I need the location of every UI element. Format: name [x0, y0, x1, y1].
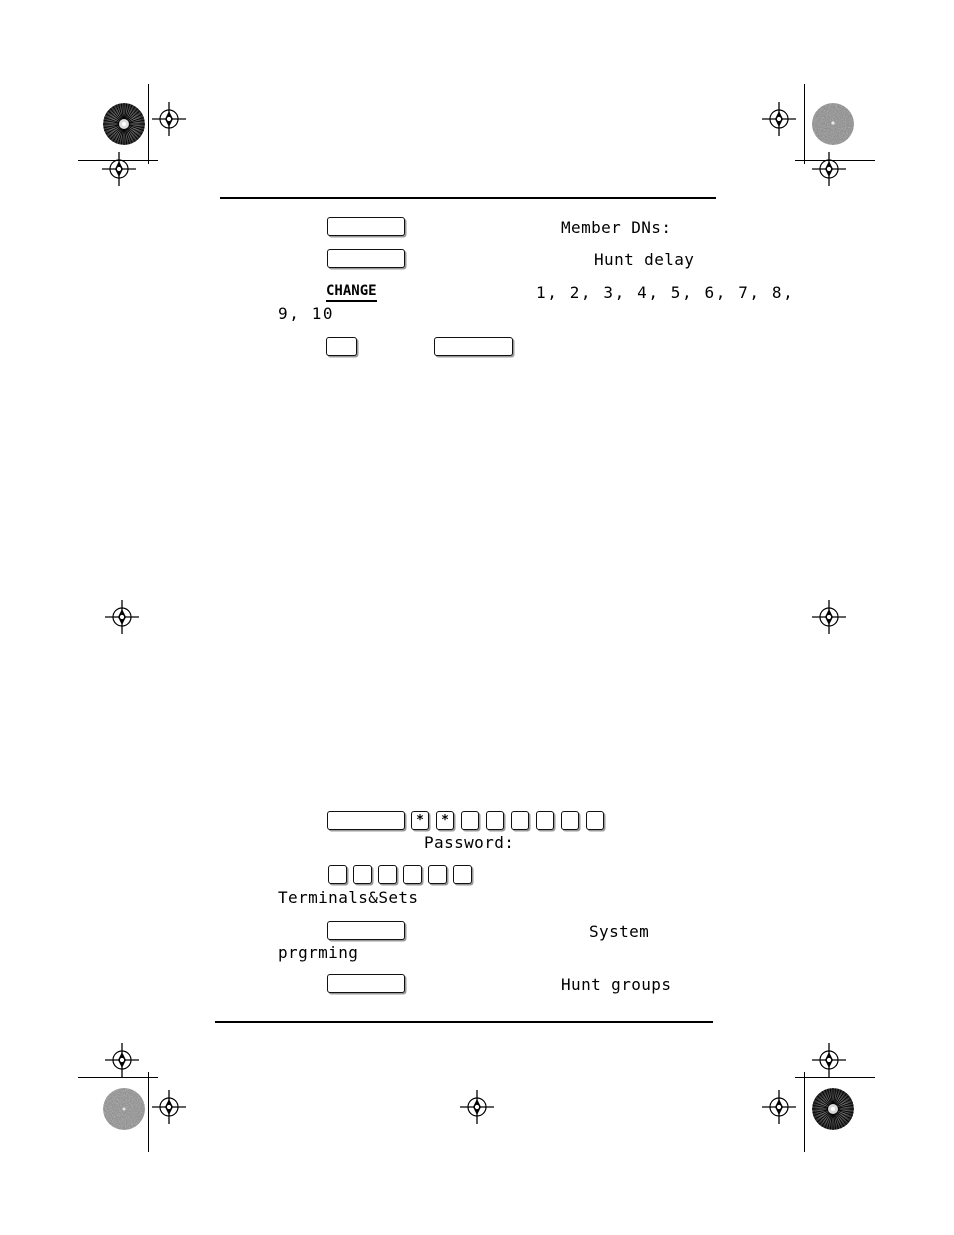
terminals-key[interactable]: [428, 865, 447, 884]
dial-key-small[interactable]: [326, 337, 357, 356]
trim-line-bottom-right-horizontal: [795, 1077, 875, 1078]
halftone-top-right: [812, 103, 854, 145]
trim-line-bottom-left-vertical: [148, 1072, 149, 1152]
password-key-masked-1[interactable]: *: [411, 811, 429, 830]
crosshair-registration-icon: [102, 152, 136, 186]
top-divider-rule: [220, 197, 716, 199]
crosshair-registration-icon: [762, 1090, 796, 1124]
display-line-member-dns: Member DNs:: [561, 218, 672, 237]
password-key-masked-2[interactable]: *: [436, 811, 454, 830]
display-line-password-prompt: Password:: [424, 833, 515, 852]
display-line-system: System: [589, 922, 650, 941]
feature-button-password-row[interactable]: [327, 811, 405, 830]
feature-button-system-prgrming[interactable]: [327, 921, 405, 940]
crosshair-registration-icon: [762, 102, 796, 136]
crosshair-registration-icon: [152, 1090, 186, 1124]
softkey-change[interactable]: CHANGE: [326, 283, 377, 302]
display-member-numbers-line2: 9, 10: [278, 304, 335, 323]
crosshair-registration-icon: [812, 600, 846, 634]
display-line-hunt-delay: Hunt delay: [594, 250, 695, 269]
password-key-empty[interactable]: [461, 811, 479, 830]
halftone-top-left: [103, 103, 145, 145]
halftone-bottom-right: [812, 1088, 854, 1130]
crosshair-registration-icon: [812, 1043, 846, 1077]
password-key-empty[interactable]: [511, 811, 529, 830]
password-key-empty[interactable]: [486, 811, 504, 830]
scanned-manual-page: Member DNs: Hunt delay CHANGE 1, 2, 3, 4…: [0, 0, 954, 1235]
feature-button-row1[interactable]: [327, 217, 405, 236]
crosshair-registration-icon: [812, 152, 846, 186]
password-key-empty[interactable]: [536, 811, 554, 830]
password-key-empty[interactable]: [561, 811, 579, 830]
crosshair-registration-icon: [460, 1090, 494, 1124]
feature-button-row2[interactable]: [327, 249, 405, 268]
display-line-terminals-and-sets: Terminals&Sets: [278, 888, 419, 907]
display-line-hunt-groups: Hunt groups: [561, 975, 672, 994]
display-member-numbers-line1: 1, 2, 3, 4, 5, 6, 7, 8,: [536, 283, 795, 302]
trim-line-top-right-vertical: [804, 84, 805, 164]
password-key-empty[interactable]: [586, 811, 604, 830]
trim-line-bottom-left-horizontal: [78, 1077, 158, 1078]
feature-button-row4[interactable]: [434, 337, 513, 356]
terminals-key[interactable]: [453, 865, 472, 884]
trim-line-top-left-vertical: [148, 84, 149, 164]
bottom-divider-rule: [215, 1021, 713, 1023]
trim-line-bottom-right-vertical: [804, 1072, 805, 1152]
terminals-key[interactable]: [353, 865, 372, 884]
display-line-prgrming: prgrming: [278, 943, 359, 962]
crosshair-registration-icon: [105, 1043, 139, 1077]
terminals-key[interactable]: [328, 865, 347, 884]
halftone-bottom-left: [103, 1088, 145, 1130]
terminals-key[interactable]: [403, 865, 422, 884]
crosshair-registration-icon: [105, 600, 139, 634]
feature-button-hunt-groups[interactable]: [327, 974, 405, 993]
crosshair-registration-icon: [152, 102, 186, 136]
terminals-key[interactable]: [378, 865, 397, 884]
